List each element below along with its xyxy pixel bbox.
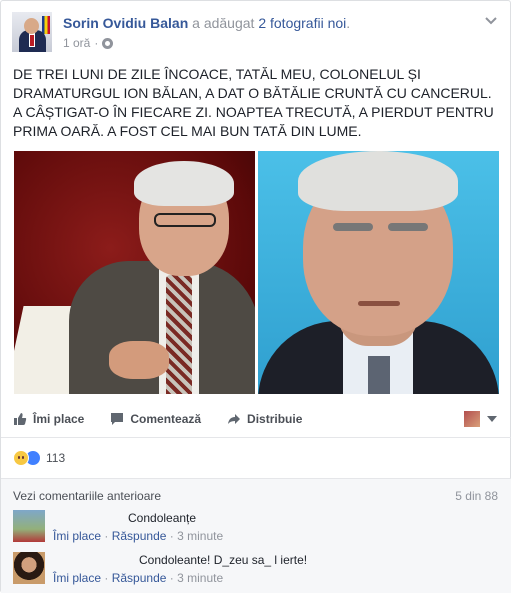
post-photo-1[interactable] <box>14 151 255 394</box>
share-arrow-icon <box>228 414 241 424</box>
comment-reply-link[interactable]: Răspunde <box>112 571 167 585</box>
reaction-count: 113 <box>46 451 66 465</box>
post-actions: Îmi place Comentează Distribuie <box>13 412 328 426</box>
comments-count: 5 din 88 <box>455 489 498 503</box>
author-name[interactable]: Sorin Ovidiu Balan <box>63 15 188 31</box>
post-action-suffix: . <box>346 15 351 31</box>
photos-link[interactable]: 2 fotografii noi <box>258 15 346 31</box>
post-card: Sorin Ovidiu Balan a adăugat 2 fotografi… <box>0 0 511 593</box>
comment-actions: Îmi place · Răspunde · 3 minute <box>53 529 223 543</box>
comment-reply-link[interactable]: Răspunde <box>112 529 167 543</box>
post-header: Sorin Ovidiu Balan a adăugat 2 fotografi… <box>63 15 350 31</box>
comment-avatar[interactable] <box>13 510 45 542</box>
comment-icon <box>111 413 124 425</box>
comment-separator: · <box>104 571 109 585</box>
comment-separator: · <box>169 571 174 585</box>
comment-actions: Îmi place · Răspunde · 3 minute <box>53 571 223 585</box>
post-action-text: a adăugat <box>192 15 255 31</box>
post-timestamp[interactable]: 1 oră <box>63 36 90 50</box>
meta-separator: · <box>94 36 99 50</box>
post-text: DE TREI LUNI DE ZILE ÎNCOACE, TATĂL MEU,… <box>13 66 494 139</box>
globe-icon[interactable] <box>102 37 114 49</box>
post-meta: 1 oră · <box>63 36 114 50</box>
post-photo-2[interactable] <box>258 151 499 394</box>
author-avatar[interactable] <box>12 12 52 52</box>
share-as-caret-icon[interactable] <box>487 416 497 422</box>
chevron-down-icon[interactable] <box>484 13 498 27</box>
share-label: Distribuie <box>247 412 303 426</box>
comment-button[interactable]: Comentează <box>110 412 201 426</box>
comment-like-link[interactable]: Îmi place <box>53 529 101 543</box>
comment-text: Condoleante! D_zeu sa_ l ierte! <box>139 553 308 567</box>
comment-separator: · <box>169 529 174 543</box>
divider <box>1 437 511 438</box>
sad-icon <box>13 450 29 466</box>
view-previous-comments-link[interactable]: Vezi comentariile anterioare <box>13 489 161 503</box>
comment-timestamp[interactable]: 3 minute <box>177 571 223 585</box>
thumbs-up-icon <box>14 413 27 425</box>
comment-avatar[interactable] <box>13 552 45 584</box>
comment-text: Condoleanțe <box>128 511 197 525</box>
like-button[interactable]: Îmi place <box>13 412 84 426</box>
comment-like-link[interactable]: Îmi place <box>53 571 101 585</box>
like-label: Îmi place <box>33 412 85 426</box>
share-button[interactable]: Distribuie <box>227 412 302 426</box>
share-as-avatar[interactable] <box>464 411 480 427</box>
comment-label: Comentează <box>130 412 202 426</box>
comment-timestamp[interactable]: 3 minute <box>177 529 223 543</box>
reactions-summary[interactable]: 113 <box>13 450 65 466</box>
comment-separator: · <box>104 529 109 543</box>
